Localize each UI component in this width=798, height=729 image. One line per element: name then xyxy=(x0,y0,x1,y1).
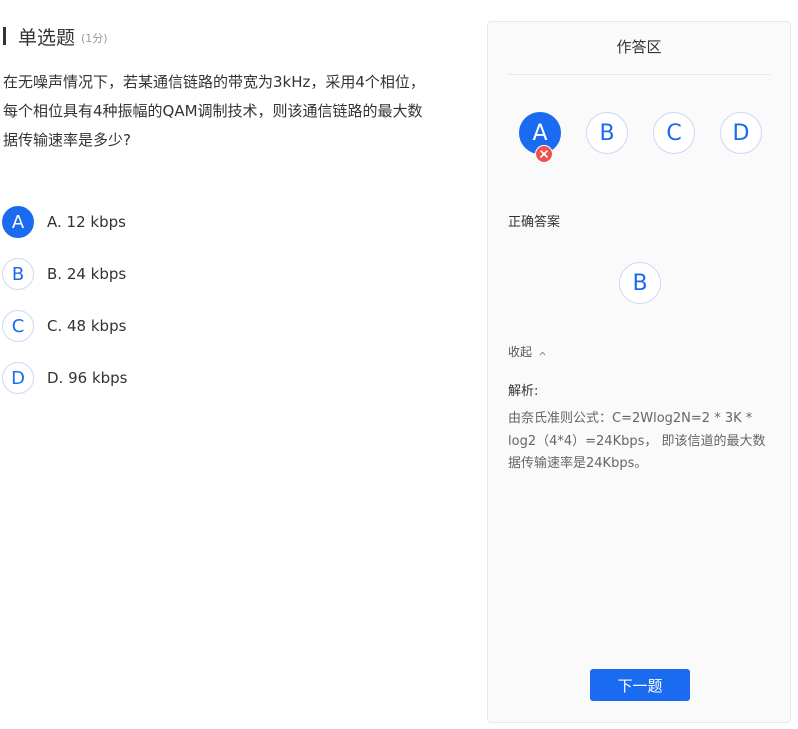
option-a-marker[interactable]: A xyxy=(2,206,34,238)
option-d-marker[interactable]: D xyxy=(2,362,34,394)
answer-choice-c-letter: C xyxy=(666,120,682,146)
stem-line: 每个相位具有4种振幅的QAM调制技术，则该通信链路的最大数 xyxy=(3,102,423,120)
answer-choice-a-letter: A xyxy=(532,120,548,146)
collapse-toggle[interactable]: 收起 xyxy=(508,343,546,360)
panel-title: 作答区 xyxy=(616,38,662,56)
option-d[interactable]: D D. 96 kbps xyxy=(2,361,128,395)
option-c[interactable]: C C. 48 kbps xyxy=(2,309,128,343)
question-type-label: 单选题 xyxy=(18,26,76,49)
correct-answer-marker: B xyxy=(619,262,661,304)
analysis-line: 由奈氏准则公式：C=2Wlog2N=2 * 3K * xyxy=(508,411,753,426)
chevron-up-icon xyxy=(539,345,546,359)
answer-choice-a[interactable]: A xyxy=(519,112,561,163)
correct-answer-label: 正确答案 xyxy=(508,215,561,230)
option-b-text: B. 24 kbps xyxy=(47,265,127,283)
answer-choice-b-letter: B xyxy=(599,120,615,146)
option-a-text: A. 12 kbps xyxy=(47,213,126,231)
question-stem: 在无噪声情况下，若某通信链路的带宽为3kHz，采用4个相位， 每个相位具有4种振… xyxy=(3,68,473,155)
wrong-mark-icon xyxy=(535,145,553,163)
option-b[interactable]: B B. 24 kbps xyxy=(2,257,128,291)
stem-line: 据传输速率是多少? xyxy=(3,131,131,149)
question-score-label: (1分) xyxy=(81,32,108,45)
option-b-marker[interactable]: B xyxy=(2,258,34,290)
option-a[interactable]: A A. 12 kbps xyxy=(2,205,128,239)
option-list: A A. 12 kbps B B. 24 kbps C C. 48 kbps D… xyxy=(2,205,128,413)
option-d-text: D. 96 kbps xyxy=(47,369,128,387)
stem-line: 在无噪声情况下，若某通信链路的带宽为3kHz，采用4个相位， xyxy=(3,73,425,91)
collapse-label: 收起 xyxy=(508,345,533,359)
question-header: 单选题 (1分) xyxy=(0,22,108,50)
answer-choice-row: A B C D xyxy=(519,112,787,163)
next-question-button[interactable]: 下一题 xyxy=(590,669,690,701)
analysis-label: 解析: xyxy=(508,384,539,399)
analysis-line: log2（4*4）=24Kbps， 即该信道的最大数 xyxy=(508,433,766,449)
answer-choice-d[interactable]: D xyxy=(720,112,762,154)
answer-choice-d-letter: D xyxy=(732,120,750,146)
option-c-marker[interactable]: C xyxy=(2,310,34,342)
answer-choice-c[interactable]: C xyxy=(653,112,695,154)
analysis-line: 据传输速率是24Kbps。 xyxy=(508,456,648,471)
question-page: 单选题 (1分) 在无噪声情况下，若某通信链路的带宽为3kHz，采用4个相位， … xyxy=(0,0,798,729)
header-accent-bar xyxy=(3,27,6,45)
analysis-text: 由奈氏准则公式：C=2Wlog2N=2 * 3K * log2（4*4）=24K… xyxy=(508,408,778,476)
answer-choice-b[interactable]: B xyxy=(586,112,628,154)
panel-divider xyxy=(508,74,770,75)
option-c-text: C. 48 kbps xyxy=(47,317,127,335)
answer-panel: 作答区 A B C D 正确答案 B 收起 解析: 由奈氏准则公式：C=2Wlo… xyxy=(487,21,791,723)
